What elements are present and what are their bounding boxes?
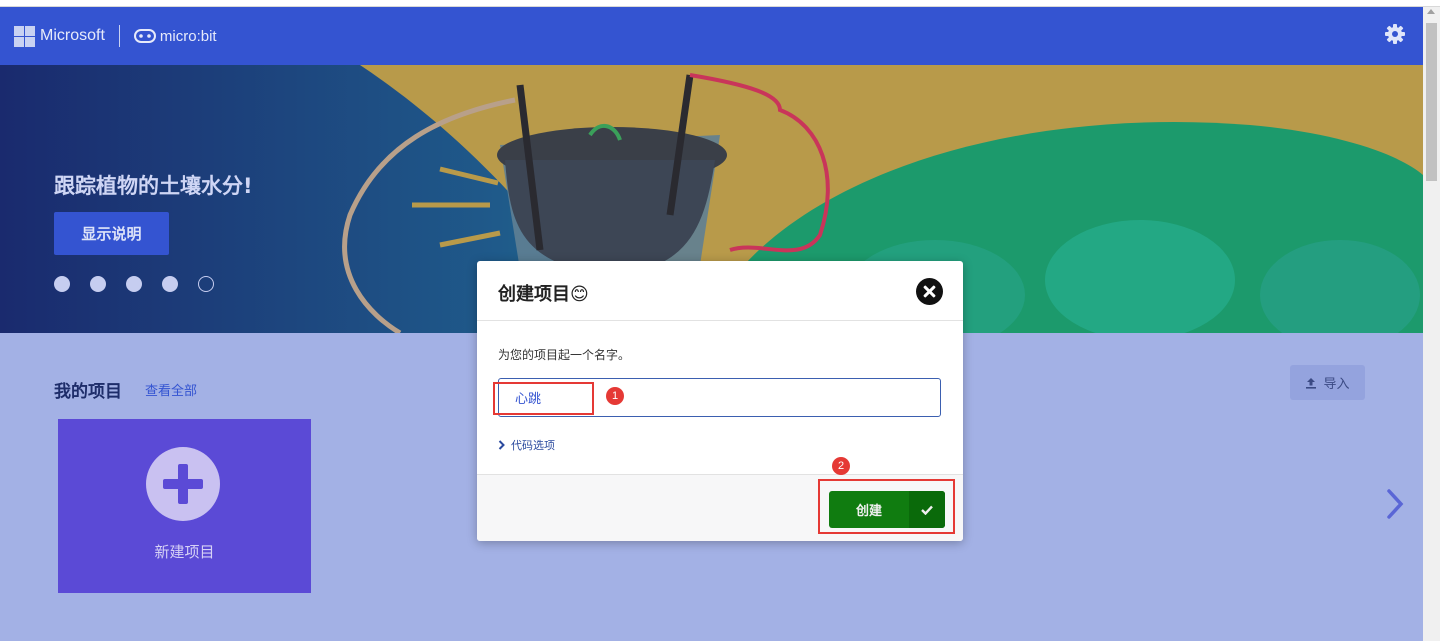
microsoft-logo-icon [14, 25, 35, 47]
new-project-card[interactable]: 新建项目 [58, 419, 311, 593]
microbit-logo[interactable]: micro:bit [133, 27, 217, 45]
page-scrollbar[interactable] [1423, 7, 1440, 641]
browser-top-strip [0, 0, 1440, 7]
microsoft-logo[interactable]: Microsoft [14, 25, 105, 47]
carousel-dot-2[interactable] [90, 276, 106, 292]
chevron-right-icon[interactable] [1385, 488, 1405, 520]
dialog-header: 创建项目😊 [477, 261, 963, 321]
carousel-dot-1[interactable] [54, 276, 70, 292]
carousel-dot-3[interactable] [126, 276, 142, 292]
code-options-label: 代码选项 [511, 439, 555, 452]
carousel-dot-4[interactable] [162, 276, 178, 292]
annotation-badge-2: 2 [832, 457, 850, 475]
gear-icon[interactable] [1385, 24, 1405, 44]
dialog-title: 创建项目😊 [498, 284, 589, 305]
new-project-label: 新建项目 [154, 543, 215, 561]
microbit-label: micro:bit [159, 27, 217, 45]
chevron-right-icon [498, 440, 505, 450]
carousel-dot-5-active[interactable] [198, 276, 214, 292]
my-projects-title: 我的项目 [54, 382, 122, 402]
name-prompt: 为您的项目起一个名字。 [498, 348, 631, 362]
upload-icon [1306, 377, 1317, 389]
scroll-up-arrow-icon[interactable] [1427, 9, 1435, 14]
annotation-badge-1: 1 [606, 387, 624, 405]
close-icon[interactable] [916, 278, 943, 305]
import-label: 导入 [1323, 377, 1350, 392]
import-button[interactable]: 导入 [1290, 365, 1365, 400]
microsoft-label: Microsoft [40, 27, 105, 44]
header-divider [118, 25, 120, 47]
annotation-box-name [493, 382, 594, 415]
scrollbar-thumb[interactable] [1426, 23, 1437, 181]
carousel-dots [54, 276, 214, 292]
hero-title: 跟踪植物的土壤水分! [54, 174, 253, 198]
code-options-toggle[interactable]: 代码选项 [498, 437, 555, 453]
view-all-link[interactable]: 查看全部 [145, 380, 197, 399]
plus-icon [146, 447, 220, 521]
app-header: Microsoft micro:bit [0, 7, 1423, 65]
microbit-icon [133, 29, 156, 43]
annotation-box-create [818, 479, 955, 534]
show-instructions-button[interactable]: 显示说明 [54, 212, 169, 255]
